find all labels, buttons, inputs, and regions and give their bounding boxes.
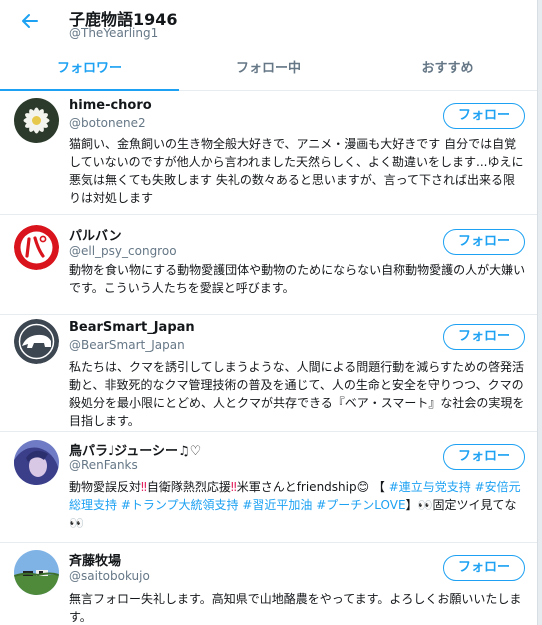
user-list: hime-choro @botonene2 フォロー 猫飼い、金魚飼いの生き物全…: [0, 91, 537, 625]
avatar[interactable]: [14, 225, 59, 270]
user-name[interactable]: パルバン: [69, 225, 122, 244]
user-row[interactable]: BearSmart_Japan @BearSmart_Japan フォロー 私た…: [0, 315, 537, 432]
tab-recommended[interactable]: おすすめ: [358, 49, 537, 90]
user-name[interactable]: 斉藤牧場: [69, 550, 121, 569]
user-handle: @saitobokujo: [69, 569, 150, 583]
avatar[interactable]: [14, 550, 59, 595]
followers-page: 子鹿物語1946 @TheYearling1 フォロワー フォロー中 おすすめ: [0, 0, 538, 625]
tab-bar: フォロワー フォロー中 おすすめ: [0, 49, 537, 91]
user-name[interactable]: BearSmart_Japan: [69, 320, 195, 335]
follow-button[interactable]: フォロー: [443, 555, 525, 581]
user-bio: 動物を食い物にする動物愛護団体や動物のためにならない自称動物愛護の人が大嫌いです…: [69, 263, 526, 295]
avatar[interactable]: [14, 319, 59, 364]
back-button[interactable]: [20, 11, 40, 31]
user-bio: 無言フォロー失礼します。高知県で山地酪農をやってます。よろしくお願いいたします。: [69, 592, 522, 624]
user-row[interactable]: 斉藤牧場 @saitobokujo フォロー 無言フォロー失礼します。高知県で山…: [0, 543, 537, 625]
follow-button[interactable]: フォロー: [443, 444, 525, 470]
user-name[interactable]: hime-choro: [69, 98, 152, 113]
tab-followers[interactable]: フォロワー: [0, 49, 179, 91]
arrow-left-icon: [22, 14, 38, 28]
follow-button[interactable]: フォロー: [443, 103, 525, 129]
page-header: 子鹿物語1946 @TheYearling1: [0, 0, 537, 49]
user-row[interactable]: パルバン @ell_psy_congroo フォロー 動物を食い物にする動物愛護…: [0, 215, 537, 315]
follow-button[interactable]: フォロー: [443, 324, 525, 350]
follow-button[interactable]: フォロー: [443, 229, 525, 255]
user-name[interactable]: 鳥パラ♩ジューシー♫♡: [69, 440, 201, 459]
tab-following[interactable]: フォロー中: [179, 49, 358, 90]
avatar[interactable]: [14, 440, 59, 485]
user-row[interactable]: hime-choro @botonene2 フォロー 猫飼い、金魚飼いの生き物全…: [0, 91, 537, 215]
user-handle: @RenFanks: [69, 458, 138, 472]
user-handle: @ell_psy_congroo: [69, 244, 177, 258]
user-handle: @botonene2: [69, 116, 146, 130]
user-bio: 動物愛誤反対‼自衛隊熱烈応援‼米軍さんとfriendship😊 【 #連立与党支…: [69, 480, 521, 530]
avatar[interactable]: [14, 98, 59, 143]
user-bio: 猫飼い、金魚飼いの生き物全般大好きで、アニメ・漫画も大好きです 自分では自覚して…: [69, 137, 524, 205]
user-handle: @BearSmart_Japan: [69, 338, 185, 352]
page-handle: @TheYearling1: [69, 26, 159, 40]
user-bio: 私たちは、クマを誘引してしまうような、人間による問題行動を減らすための啓発活動と…: [69, 360, 525, 428]
user-row[interactable]: 鳥パラ♩ジューシー♫♡ @RenFanks フォロー 動物愛誤反対‼自衛隊熱烈応…: [0, 432, 537, 543]
